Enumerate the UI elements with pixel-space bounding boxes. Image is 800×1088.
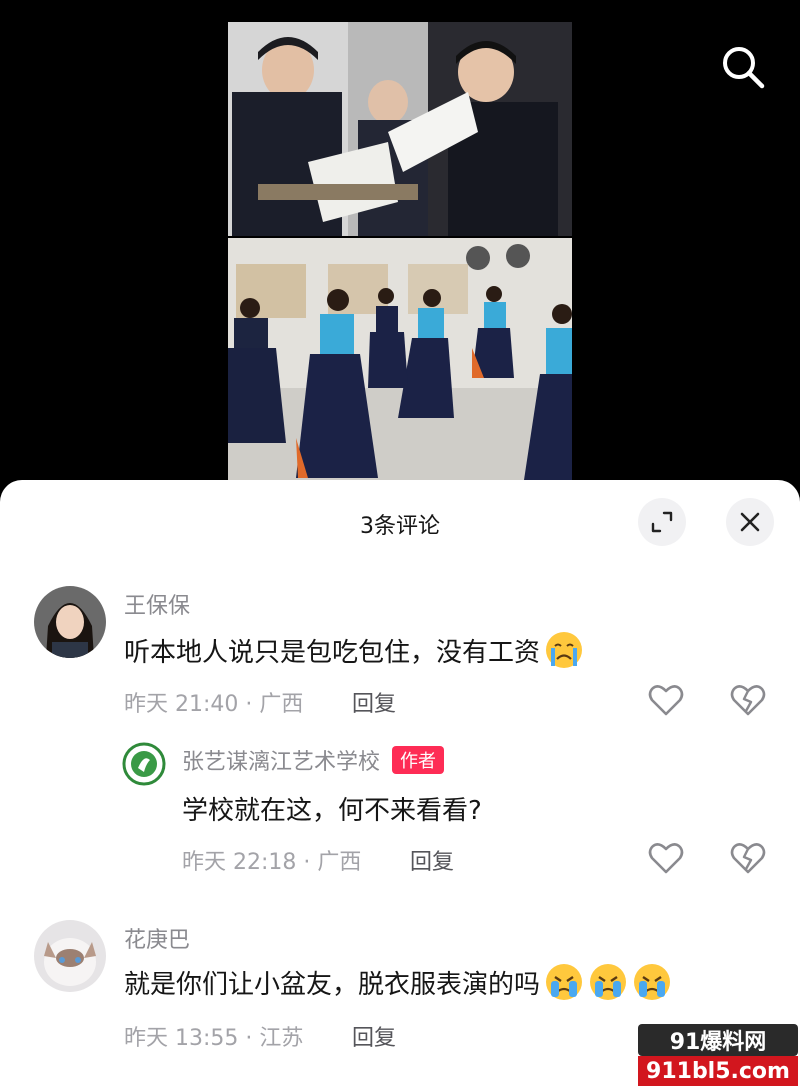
like-button[interactable]	[646, 680, 686, 720]
search-icon	[723, 47, 765, 89]
reply-text: 学校就在这，何不来看看?	[182, 796, 482, 826]
reply-button[interactable]: 回复	[410, 844, 454, 876]
watermark-logo: 91爆料网 911bl5.com	[638, 1024, 798, 1086]
close-button[interactable]	[726, 498, 774, 546]
avatar[interactable]	[34, 920, 106, 992]
author-avatar[interactable]	[122, 742, 166, 786]
reply-button[interactable]: 回复	[352, 1020, 396, 1052]
close-icon	[740, 512, 760, 532]
comment-text: 听本地人说只是包吃包住，没有工资	[124, 630, 584, 670]
reply-username[interactable]: 张艺谋漓江艺术学校 作者	[182, 744, 445, 776]
avatar[interactable]	[34, 586, 106, 658]
crying-face-emoji-icon	[634, 964, 671, 1000]
dance-class-scene-image	[228, 238, 572, 480]
classroom-scene-image	[228, 22, 572, 236]
crying-face-emoji-icon	[546, 964, 583, 1000]
crying-face-emoji-icon	[590, 964, 627, 1000]
comment-text-content: 听本地人说只是包吃包住，没有工资	[124, 637, 541, 668]
dislike-button[interactable]	[728, 838, 768, 878]
comment-username[interactable]: 花庚巴	[124, 922, 190, 954]
reply-meta: 昨天 22:18 · 广西	[182, 850, 362, 875]
broken-heart-icon	[730, 685, 766, 716]
comment-meta: 昨天 21:40 · 广西	[124, 692, 304, 717]
watermark-bottom-text: 911bl5.com	[638, 1056, 798, 1086]
reply-username-text: 张艺谋漓江艺术学校	[182, 750, 381, 775]
heart-icon	[648, 685, 684, 716]
video-frame	[228, 22, 572, 480]
expand-button[interactable]	[638, 498, 686, 546]
watermark-top-text: 91爆料网	[638, 1024, 798, 1056]
crying-face-emoji-icon	[546, 632, 583, 668]
expand-icon	[651, 511, 673, 533]
like-button[interactable]	[646, 838, 686, 878]
comment-meta: 昨天 13:55 · 江苏	[124, 1026, 304, 1051]
comments-sheet: 3条评论 王保保 听本地人说只是包吃包住，没有工资 昨天 21:40 · 广西 …	[0, 480, 800, 1088]
comment-username[interactable]: 王保保	[124, 588, 190, 620]
broken-heart-icon	[730, 843, 766, 874]
reply-button[interactable]: 回复	[352, 686, 396, 718]
video-player[interactable]	[0, 0, 800, 500]
author-badge: 作者	[392, 746, 445, 774]
dislike-button[interactable]	[728, 680, 768, 720]
comment-text: 就是你们让小盆友，脱衣服表演的吗	[124, 962, 672, 1002]
comment-text-content: 就是你们让小盆友，脱衣服表演的吗	[124, 969, 541, 1000]
heart-icon	[648, 843, 684, 874]
search-button[interactable]	[716, 40, 770, 94]
